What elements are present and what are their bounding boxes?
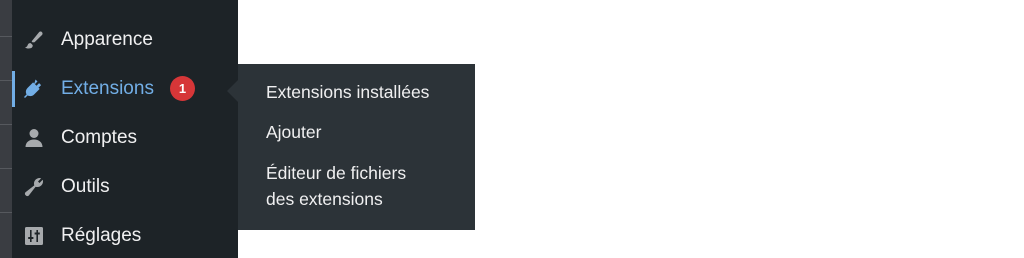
plugin-icon xyxy=(22,77,46,101)
sidebar-item-apparence[interactable]: Apparence xyxy=(12,18,238,62)
users-icon xyxy=(22,126,46,150)
left-edge-strip xyxy=(0,0,12,258)
sidebar-item-outils[interactable]: Outils xyxy=(12,165,238,209)
flyout-pointer xyxy=(227,80,238,102)
sidebar-item-label: Réglages xyxy=(61,225,142,246)
submenu-item-plugin-file-editor[interactable]: Éditeur de fichiers des extensions xyxy=(266,160,406,212)
submenu-item-label-line1: Éditeur de fichiers xyxy=(266,163,407,183)
paintbrush-icon xyxy=(22,28,46,52)
sidebar-item-label: Comptes xyxy=(61,127,138,148)
update-count-badge: 1 xyxy=(170,76,195,101)
sidebar-item-comptes[interactable]: Comptes xyxy=(12,116,238,160)
sidebar-item-label: Extensions xyxy=(61,78,154,99)
extensions-submenu: Extensions installées Ajouter Éditeur de… xyxy=(238,64,475,230)
submenu-item-label-line2: des extensions xyxy=(266,189,383,209)
admin-sidebar: Apparence Extensions 1 Comptes Outils Ré… xyxy=(12,0,238,258)
sidebar-item-extensions[interactable]: Extensions 1 xyxy=(12,67,238,111)
submenu-item-add-new[interactable]: Ajouter xyxy=(266,119,321,145)
wrench-icon xyxy=(22,175,46,199)
sidebar-item-label: Apparence xyxy=(61,29,153,50)
sidebar-item-label: Outils xyxy=(61,176,110,197)
submenu-item-installed-plugins[interactable]: Extensions installées xyxy=(266,79,429,105)
sliders-icon xyxy=(22,224,46,248)
sidebar-item-reglages[interactable]: Réglages xyxy=(12,214,238,258)
